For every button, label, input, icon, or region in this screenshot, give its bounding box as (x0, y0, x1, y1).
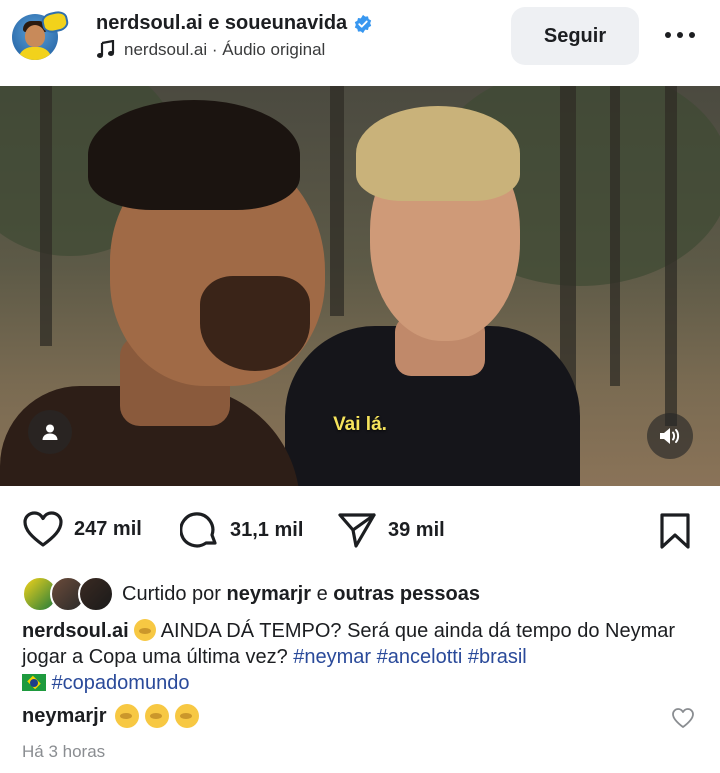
caption-author[interactable]: nerdsoul.ai (22, 620, 129, 642)
share-count: 39 mil (388, 518, 445, 541)
sound-toggle-button[interactable] (647, 413, 693, 459)
pleading-face-emoji-icon (144, 704, 169, 728)
hashtag-brasil[interactable]: #brasil (468, 646, 527, 668)
audio-source: nerdsoul.ai (124, 40, 208, 59)
pleading-face-emoji-icon (114, 704, 139, 728)
video-subtitle: Vai lá. (0, 414, 720, 436)
hashtag-ancelotti[interactable]: #ancelotti (377, 646, 463, 668)
audio-separator: · (207, 40, 223, 59)
author-username-text[interactable]: nerdsoul.ai e soueunavida (96, 12, 347, 35)
more-horizontal-icon (665, 32, 695, 38)
brazil-flag-icon (22, 674, 46, 691)
like-button[interactable]: 247 mil (22, 510, 142, 548)
liked-by-row[interactable]: Curtido por neymarjr e outras pessoas (22, 576, 480, 612)
liked-by-others[interactable]: outras pessoas (333, 583, 480, 606)
music-note-icon (97, 40, 115, 58)
top-comment: neymarjr (22, 704, 205, 728)
crying-laughing-emoji-icon (134, 619, 157, 641)
speaker-icon (660, 428, 680, 444)
paper-plane-icon (338, 513, 376, 548)
hashtag-copadomundo[interactable]: #copadomundo (52, 672, 190, 694)
author-username[interactable]: nerdsoul.ai e soueunavida (96, 12, 373, 35)
comment-author[interactable]: neymarjr (22, 705, 107, 728)
comment-like-heart-icon[interactable] (671, 707, 695, 729)
avatar-badge-icon (40, 9, 70, 35)
share-button[interactable]: 39 mil (336, 510, 445, 550)
follow-button[interactable]: Seguir (511, 7, 639, 65)
liked-by-prefix: Curtido por (122, 582, 221, 605)
liker-avatars (22, 576, 118, 612)
bookmark-icon[interactable] (658, 512, 692, 550)
comment-count: 31,1 mil (230, 518, 304, 541)
person-icon (42, 424, 58, 440)
like-count: 247 mil (74, 517, 142, 540)
hashtag-neymar[interactable]: #neymar (293, 646, 371, 668)
audio-label: Áudio original (222, 40, 326, 59)
verified-badge-icon (355, 14, 372, 33)
more-options-button[interactable] (660, 20, 700, 50)
audio-info[interactable]: nerdsoul.ai · Áudio original (96, 40, 325, 60)
post-timestamp: Há 3 horas (22, 742, 106, 761)
video-subtitle-text: Vai lá. (333, 414, 387, 435)
post-video[interactable]: Vai lá. (0, 86, 720, 486)
pleading-face-emoji-icon (174, 704, 199, 728)
heart-icon (23, 511, 63, 547)
liker-avatar (78, 576, 114, 612)
liked-by-user[interactable]: neymarjr (227, 583, 312, 606)
comment-button[interactable]: 31,1 mil (180, 510, 303, 550)
tagged-users-button[interactable] (28, 410, 72, 454)
post-caption: nerdsoul.ai AINDA DÁ TEMPO? Será que ain… (22, 618, 712, 696)
action-bar: 247 mil 31,1 mil 39 mil (0, 500, 720, 562)
liked-by-connector: e (316, 582, 328, 605)
comment-bubble-icon (180, 512, 217, 548)
post-header: nerdsoul.ai e soueunavida nerdsoul.ai · … (0, 0, 720, 86)
